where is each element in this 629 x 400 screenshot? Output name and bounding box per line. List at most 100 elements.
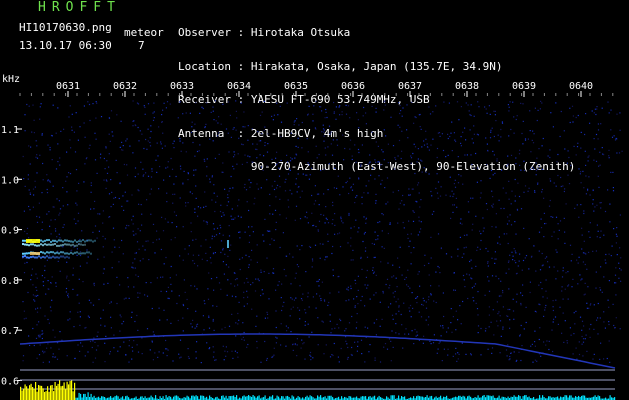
noise-pixel [451,331,453,333]
noise-pixel [118,197,120,200]
noise-pixel [220,251,222,254]
echo-segment [84,243,86,246]
noise-pixel [557,238,559,240]
noise-pixel [575,310,577,312]
noise-pixel [496,158,498,160]
noise-pixel [608,157,610,159]
noise-pixel [243,305,245,307]
noise-pixel [234,279,237,281]
noise-pixel [615,317,617,319]
noise-pixel [235,129,237,131]
level-bar [392,395,394,400]
noise-pixel [413,211,415,213]
noise-pixel [215,359,217,361]
noise-pixel [329,356,332,358]
noise-pixel [312,296,314,298]
noise-pixel [401,150,403,152]
noise-pixel [373,256,375,259]
echo-segment [40,243,42,246]
noise-pixel [574,207,576,209]
noise-pixel [399,112,401,115]
noise-pixel [472,142,474,144]
noise-pixel [327,222,330,224]
noise-pixel [391,314,394,316]
noise-pixel [54,336,56,338]
noise-pixel [229,114,231,116]
noise-pixel [494,262,496,264]
noise-pixel [79,254,82,257]
level-bar [293,396,295,400]
noise-pixel [508,198,510,200]
time-tick-label: 0637 [398,81,422,92]
noise-pixel [369,344,371,346]
noise-pixel [530,345,532,347]
noise-pixel [264,340,266,343]
noise-pixel [131,194,133,196]
noise-pixel [86,262,88,264]
noise-pixel [380,261,382,263]
noise-pixel [36,289,38,291]
noise-pixel [523,169,526,172]
noise-pixel [458,353,460,355]
noise-pixel [320,298,322,300]
noise-pixel [460,106,462,108]
noise-pixel [599,317,601,319]
noise-pixel [603,321,605,323]
noise-pixel [501,122,504,124]
noise-pixel [511,251,513,253]
echo-segment [82,244,84,247]
noise-pixel [161,216,163,218]
noise-pixel [409,310,411,312]
level-bar [258,395,260,400]
carrier-trace [19,333,616,369]
noise-pixel [548,348,550,351]
noise-pixel [56,236,58,238]
noise-pixel [66,355,68,357]
noise-pixel [138,140,140,142]
noise-pixel [395,277,397,279]
noise-pixel [197,206,199,208]
noise-pixel [417,273,419,275]
noise-pixel [559,306,561,308]
noise-pixel [527,190,529,192]
noise-pixel [611,136,614,138]
noise-pixel [457,319,459,321]
noise-pixel [111,191,113,193]
echo-segment [54,243,56,246]
noise-pixel [521,269,523,271]
echo-segment [46,239,48,242]
noise-pixel [166,348,168,350]
noise-pixel [213,329,215,331]
noise-pixel [371,105,373,107]
noise-pixel [28,237,30,239]
noise-pixel [283,301,285,303]
noise-pixel [281,283,283,285]
noise-pixel [222,234,224,236]
noise-pixel [346,358,349,360]
noise-pixel [79,126,81,128]
level-bar [48,391,50,400]
noise-pixel [108,193,111,195]
noise-pixel [398,102,400,104]
noise-pixel [357,275,359,277]
noise-pixel [354,279,356,281]
noise-pixel [204,160,206,162]
noise-pixel [525,321,527,324]
noise-pixel [151,170,153,172]
noise-pixel [312,357,314,359]
noise-pixel [140,204,142,206]
noise-pixel [388,287,390,289]
echo-segment [64,256,66,259]
echo-segment [90,239,92,242]
noise-pixel [76,190,78,192]
noise-pixel [491,347,494,349]
level-bar [254,396,256,400]
noise-pixel [520,102,522,104]
noise-pixel [69,173,72,175]
noise-pixel [599,289,602,291]
noise-pixel [266,151,269,153]
echo-segment [46,243,48,246]
noise-pixel [245,189,248,191]
noise-pixel [348,192,350,195]
noise-pixel [285,325,287,327]
